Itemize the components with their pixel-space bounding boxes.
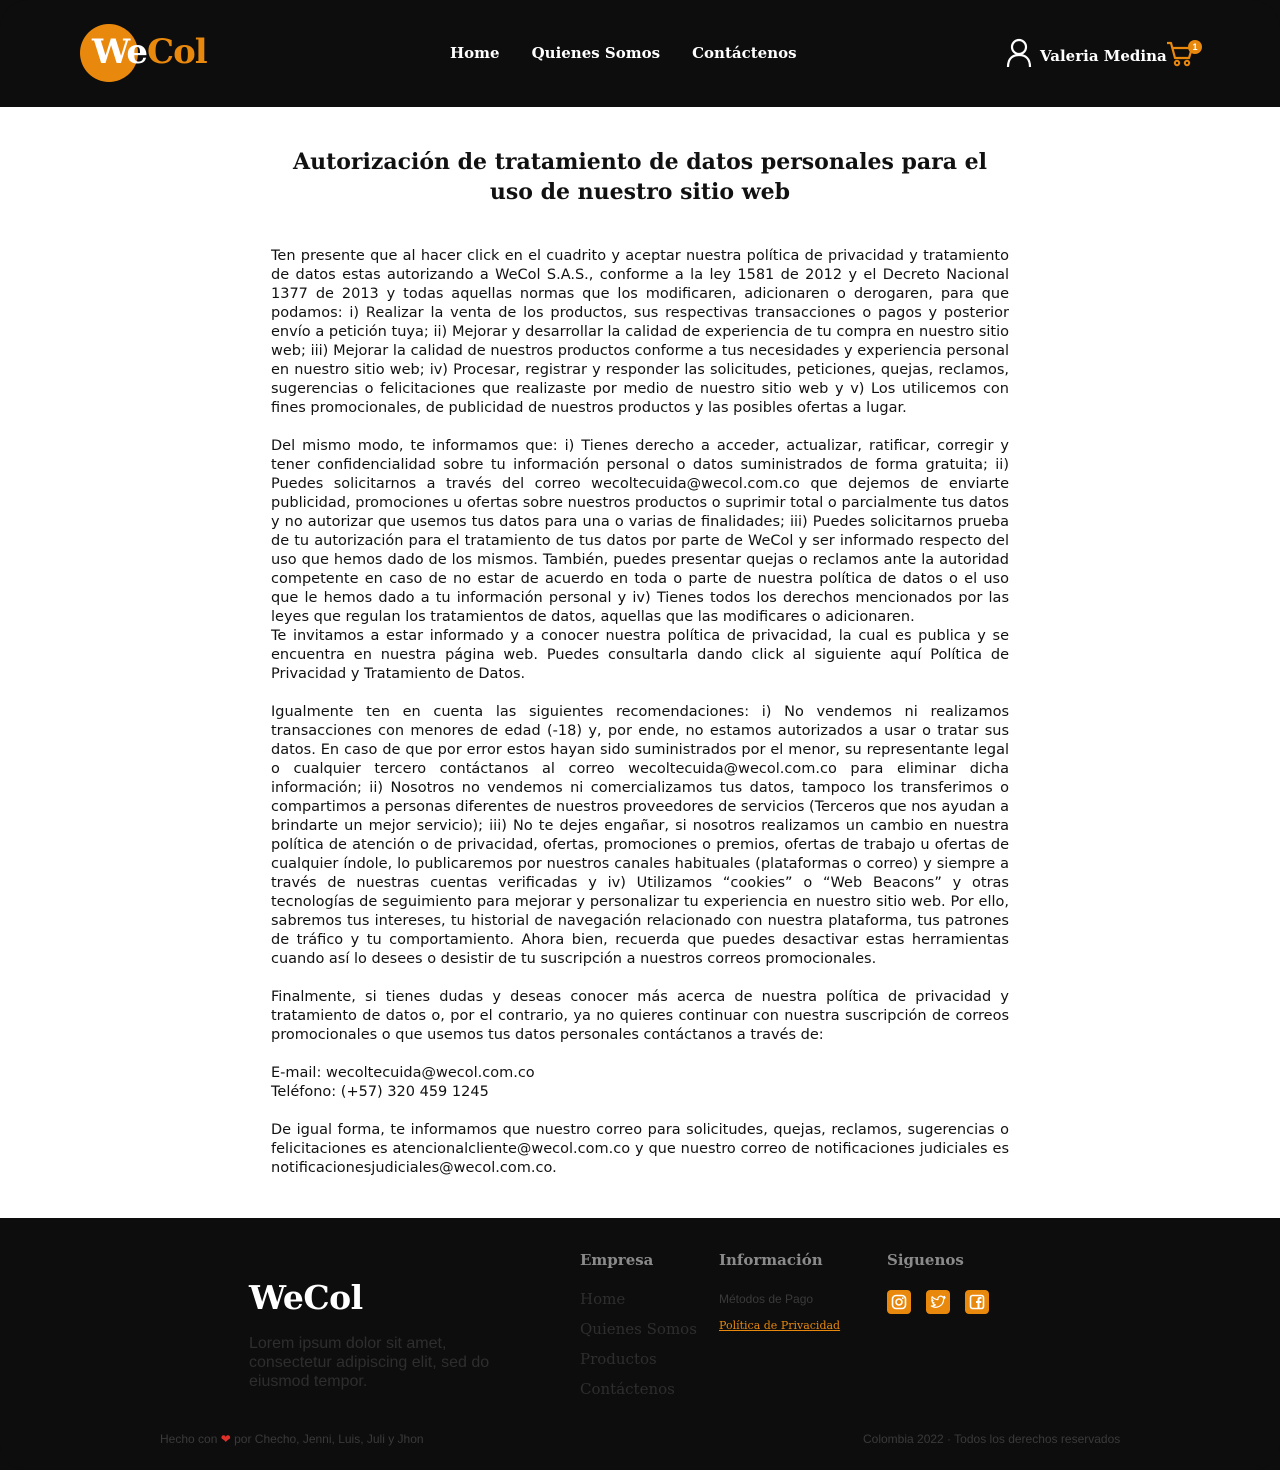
facebook-icon[interactable] [965, 1290, 989, 1314]
nav-contactenos[interactable]: Contáctenos [692, 44, 796, 62]
contact-email: E-mail: wecoltecuida@wecol.com.co [271, 1065, 535, 1081]
page-title: Autorización de tratamiento de datos per… [293, 149, 987, 205]
twitter-icon[interactable] [926, 1290, 950, 1314]
paragraph-5: Finalmente, si tienes dudas y deseas con… [271, 989, 1009, 1043]
paragraph-1: Ten presente que al hacer click en el cu… [271, 248, 1009, 416]
footer-credits: Hecho con ❤ por Checho, Jenni, Luis, Jul… [160, 1432, 424, 1446]
paragraph-2: Del mismo modo, te informamos que: i) Ti… [271, 438, 1009, 625]
credit-prefix: Hecho con [160, 1432, 218, 1446]
footer-description: Lorem ipsum dolor sit amet, consectetur … [249, 1335, 490, 1390]
nav-quienes-somos[interactable]: Quienes Somos [532, 44, 661, 62]
footer-link-productos[interactable]: Productos [580, 1350, 657, 1368]
paragraph-6: De igual forma, te informamos que nuestr… [271, 1122, 1009, 1176]
footer-siguenos-title: Siguenos [887, 1251, 964, 1269]
logo[interactable]: WeCol [80, 24, 210, 84]
nav-home[interactable]: Home [450, 44, 500, 62]
footer-link-metodos-pago[interactable]: Métodos de Pago [719, 1292, 813, 1306]
main-nav: Home Quienes Somos Contáctenos [450, 44, 797, 62]
footer-link-politica-privacidad[interactable]: Política de Privacidad [719, 1319, 840, 1332]
logo-we: We [92, 32, 148, 72]
footer-informacion-title: Información [719, 1251, 823, 1269]
paragraph-3: Te invitamos a estar informado y a conoc… [271, 628, 1009, 682]
logo-text: WeCol [92, 32, 208, 72]
page: WeCol Home Quienes Somos Contáctenos Val… [0, 0, 1280, 1470]
user-name: Valeria Medina [1040, 46, 1167, 65]
credit-suffix: por Checho, Jenni, Luis, Juli y Jhon [234, 1432, 424, 1446]
instagram-icon[interactable] [887, 1290, 911, 1314]
logo-col: Col [147, 32, 208, 72]
user-icon [1006, 38, 1032, 73]
header: WeCol Home Quienes Somos Contáctenos Val… [0, 0, 1280, 107]
footer-empresa-title: Empresa [580, 1251, 654, 1269]
footer-logo[interactable]: WeCol [249, 1278, 363, 1317]
user-menu[interactable]: Valeria Medina [1006, 38, 1167, 73]
cart-button[interactable]: 1 [1166, 40, 1202, 70]
main-content: Autorización de tratamiento de datos per… [0, 107, 1280, 1218]
heart-icon: ❤ [220, 1432, 231, 1446]
policy-text: Ten presente que al hacer click en el cu… [271, 247, 1009, 1178]
paragraph-4: Igualmente ten en cuenta las siguientes … [271, 704, 1009, 967]
footer-copyright: Colombia 2022 · Todos los derechos reser… [863, 1432, 1121, 1446]
cart-icon [1166, 41, 1196, 72]
cart-count-badge: 1 [1188, 40, 1202, 54]
contact-phone: Teléfono: (+57) 320 459 1245 [271, 1084, 489, 1100]
footer-link-contactenos[interactable]: Contáctenos [580, 1380, 675, 1398]
footer: WeCol Lorem ipsum dolor sit amet, consec… [0, 1218, 1280, 1470]
footer-link-quienes-somos[interactable]: Quienes Somos [580, 1320, 697, 1338]
footer-link-home[interactable]: Home [580, 1290, 625, 1308]
